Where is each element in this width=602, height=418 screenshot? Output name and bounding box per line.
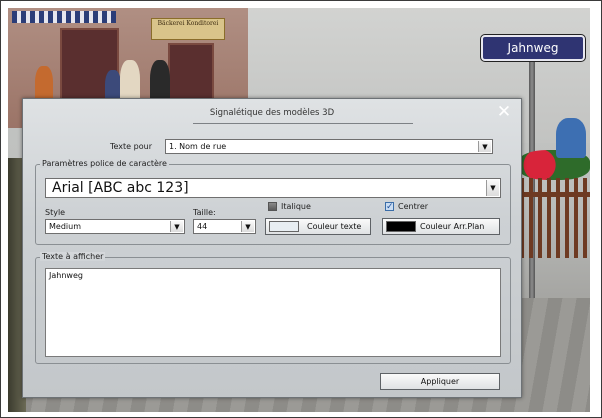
style-select[interactable]: Medium ▼ (45, 219, 185, 234)
dialog-title: Signalétique des modèles 3D (209, 108, 335, 118)
couleur-arriere-plan-button[interactable]: Couleur Arr.Plan (382, 218, 500, 235)
font-settings-group: Paramètres police de caractère Arial [AB… (35, 159, 511, 245)
text-color-swatch (269, 221, 299, 232)
wooden-fence (520, 178, 590, 258)
awning (12, 11, 116, 23)
chevron-down-icon[interactable]: ▼ (241, 221, 254, 232)
display-text-input[interactable]: Jahnweg (45, 268, 501, 357)
street-sign[interactable]: Jahnweg (481, 35, 585, 61)
background-color-swatch (386, 221, 416, 232)
font-select[interactable]: Arial [ABC abc 123] ▼ (45, 178, 501, 198)
person-figure (556, 118, 586, 158)
apply-button[interactable]: Appliquer (380, 373, 500, 390)
centrer-label: Centrer (398, 202, 429, 211)
texte-pour-label: Texte pour (110, 142, 152, 151)
centrer-checkbox[interactable]: ✓ (385, 202, 394, 212)
taille-label: Taille: (193, 208, 216, 217)
font-settings-label: Paramètres police de caractère (40, 159, 169, 168)
screenshot-frame: Bäckerei Konditorei Jahnweg Signalétique… (0, 0, 602, 418)
title-underline (193, 123, 413, 124)
chevron-down-icon[interactable]: ▼ (170, 221, 183, 232)
couleur-fond-label: Couleur Arr.Plan (420, 222, 485, 231)
italique-label: Italique (281, 202, 311, 211)
couleur-texte-button[interactable]: Couleur texte (265, 218, 371, 235)
style-label: Style (45, 208, 66, 217)
chevron-down-icon[interactable]: ▼ (478, 141, 491, 152)
close-icon[interactable]: ✕ (495, 103, 513, 121)
taille-select[interactable]: 44 ▼ (193, 219, 256, 234)
italique-checkbox[interactable] (268, 202, 277, 211)
couleur-texte-label: Couleur texte (307, 222, 362, 231)
font-value: Arial [ABC abc 123] (52, 180, 189, 196)
text-to-display-label: Texte à afficher (40, 252, 106, 261)
chevron-down-icon[interactable]: ▼ (486, 180, 499, 196)
signage-dialog: Signalétique des modèles 3D ✕ Texte pour… (22, 98, 522, 398)
taille-value: 44 (197, 222, 208, 231)
texte-pour-select[interactable]: 1. Nom de rue ▼ (165, 139, 493, 154)
shop-sign: Bäckerei Konditorei (151, 18, 225, 40)
style-value: Medium (49, 222, 81, 231)
text-to-display-group: Texte à afficher Jahnweg (35, 252, 511, 364)
texte-pour-value: 1. Nom de rue (169, 142, 227, 151)
